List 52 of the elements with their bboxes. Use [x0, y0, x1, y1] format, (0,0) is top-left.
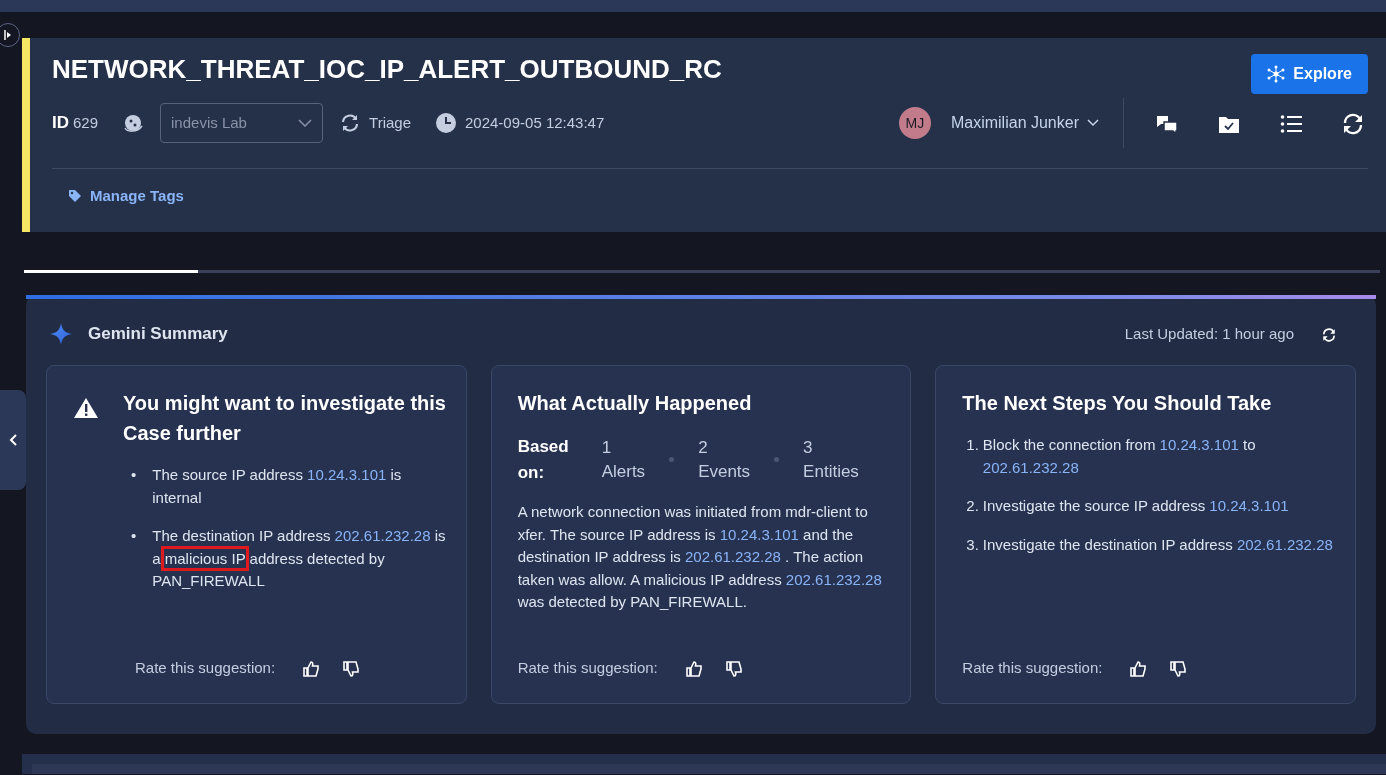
stat-count: 1 Alerts	[601, 436, 646, 483]
bullet-marker: •	[131, 526, 137, 546]
user-avatar: MJ	[898, 107, 931, 139]
rating-label: Rate this suggestion:	[517, 657, 658, 678]
chevron-left-icon	[8, 433, 18, 447]
environment-dropdown[interactable]: indevis Lab	[160, 103, 324, 143]
stat-count: 2 Events	[698, 436, 751, 483]
step-number: 1.	[966, 435, 979, 455]
last-updated-text: Last Updated: 1 hour ago	[1124, 323, 1294, 344]
ip-address-link[interactable]: 202.61.232.28	[785, 570, 882, 588]
chevron-down-icon	[298, 119, 313, 127]
ip-address-link[interactable]: 10.24.3.101	[1159, 436, 1239, 453]
step-number: 3.	[966, 534, 979, 555]
based-on-label: Based on:	[517, 436, 570, 484]
stage-label: Triage	[369, 112, 411, 133]
bullet-marker: •	[131, 465, 137, 485]
step-text: Investigate the destination IP address 202.61.232.28	[982, 534, 1333, 555]
ip-address-link[interactable]: 202.61.232.28	[1236, 535, 1333, 553]
bullet-text: The source IP address 10.24.3.101 is internal	[152, 465, 403, 508]
ip-address-link[interactable]: 202.61.232.28	[982, 458, 1079, 476]
step-text: Investigate the source IP address 10.24.3.101	[982, 496, 1289, 516]
assignee-dropdown[interactable]: Maximilian Junker	[946, 107, 1103, 139]
ip-address-link[interactable]: 10.24.3.101	[1209, 497, 1289, 514]
tag-icon	[68, 189, 82, 204]
bullet-text: The destination IP address 202.61.232.28 is a malicious IP address detected by PAN_FIREWALL	[152, 526, 447, 591]
card-title: The Next Steps You Should Take	[962, 391, 1273, 416]
ip-address-link[interactable]: 10.24.3.101	[719, 525, 799, 543]
warning-icon	[73, 397, 99, 420]
ip-address-link[interactable]: 202.61.232.28	[685, 548, 781, 565]
chevron-down-icon	[1087, 119, 1099, 127]
stat-count: 3 Entities	[803, 436, 859, 483]
manage-tags-link[interactable]: Manage Tags	[68, 185, 184, 208]
explore-button[interactable]: Explore	[1251, 54, 1368, 94]
case-id: 629	[73, 113, 99, 134]
created-time: 2024-09-05 12:43:47	[465, 112, 605, 133]
card-title: What Actually Happened	[517, 391, 753, 416]
sparkle-icon	[50, 323, 72, 345]
step-text: Block the connection from 10.24.3.101 to 202.61.232.28	[982, 435, 1257, 478]
step-number: 2.	[966, 496, 979, 516]
expand-sidebar-button[interactable]	[0, 23, 20, 47]
case-title: NETWORK_THREAT_IOC_IP_ALERT_OUTBOUND_RC	[52, 54, 722, 86]
summary-title: Gemini Summary	[88, 323, 228, 346]
card-title: You might want to investigate this Case further	[123, 391, 447, 446]
clock-icon	[435, 112, 457, 134]
environment-icon	[122, 112, 145, 134]
network-icon	[1267, 65, 1286, 83]
id-label: ID	[52, 112, 69, 135]
rating-label: Rate this suggestion:	[962, 657, 1103, 678]
summary-paragraph: A network connection was initiated from mdr-client to xfer. The source IP address is 10.24.3.101 and the destination IP address is 202.61.232.28 . The action taken was allow. A malicious IP address 202.61.232.28 was detected by PAN_FIREWALL.	[517, 502, 883, 612]
rating-label: Rate this suggestion:	[135, 657, 276, 678]
ip-address-link[interactable]: 10.24.3.101	[307, 466, 387, 483]
ip-address-link[interactable]: 202.61.232.28	[334, 527, 431, 544]
